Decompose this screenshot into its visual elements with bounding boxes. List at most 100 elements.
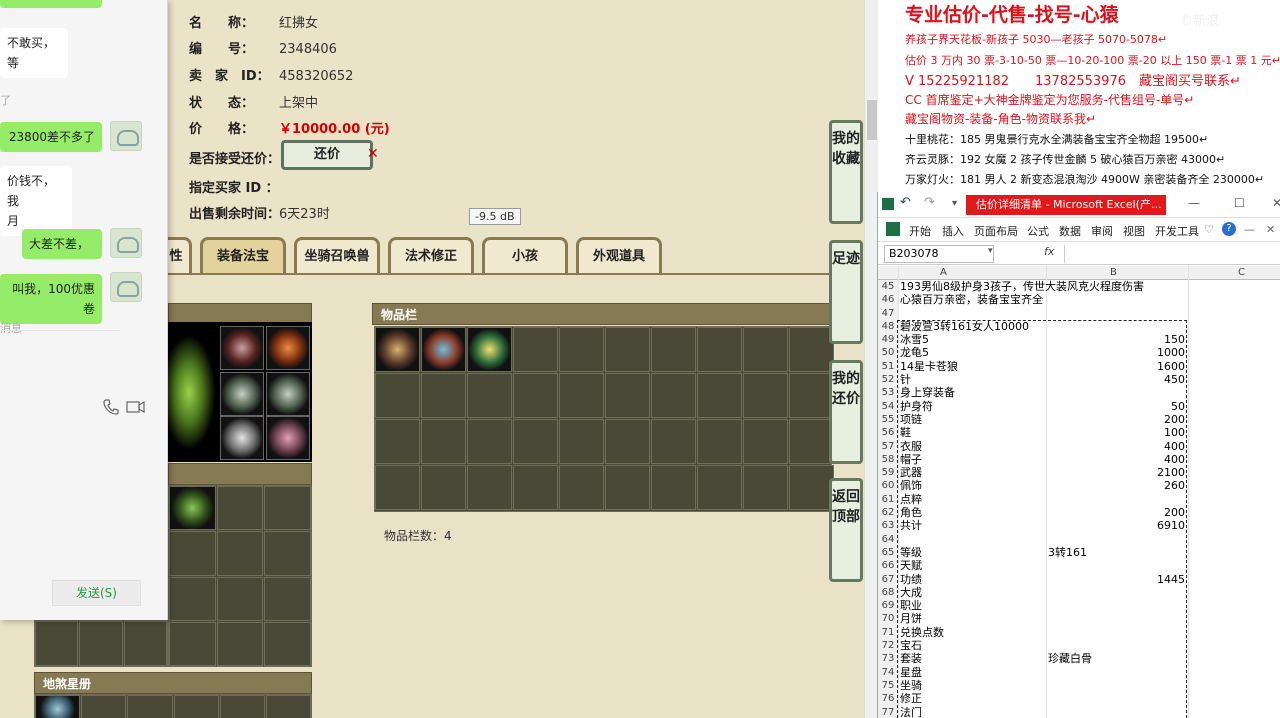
sheet-row[interactable]: 59 武器 2100 [878, 466, 1280, 480]
save-icon[interactable] [882, 198, 894, 210]
sheet-row[interactable]: 50 龙龟5 1000 [878, 346, 1280, 360]
row-number[interactable]: 70 [878, 612, 898, 626]
grid-cell[interactable] [605, 419, 650, 464]
cell-b[interactable]: 50 [1043, 400, 1185, 413]
grid-cell[interactable] [559, 373, 604, 418]
my-offers-button[interactable]: 我的还价 [829, 360, 863, 464]
grid-cell[interactable] [697, 465, 742, 510]
row-number[interactable]: 52 [878, 373, 898, 387]
row-number[interactable]: 57 [878, 439, 898, 453]
minimize-icon[interactable]: — [1188, 196, 1200, 210]
grid-cell[interactable] [467, 465, 512, 510]
row-number[interactable]: 74 [878, 665, 898, 679]
grid-cell[interactable] [375, 373, 420, 418]
sheet-row[interactable]: 74 星盘 [878, 665, 1280, 679]
grid-cell[interactable] [264, 486, 311, 531]
grid-cell[interactable] [264, 531, 311, 576]
sheet-row[interactable]: 76 修正 [878, 692, 1280, 706]
cell-a[interactable]: 等级 [900, 546, 922, 559]
grid-cell[interactable] [421, 465, 466, 510]
sheet-row[interactable]: 77 法门 [878, 705, 1280, 718]
cell-a[interactable]: 兑换点数 [900, 626, 944, 639]
ribbon-tab-review[interactable]: 审阅 [1091, 223, 1113, 239]
grid-cell[interactable] [219, 695, 265, 718]
sheet-row[interactable]: 58 帽子 400 [878, 452, 1280, 467]
sheet-row[interactable]: 47 [878, 306, 1280, 320]
grid-cell[interactable] [169, 531, 216, 576]
sheet-row[interactable]: 71 兑换点数 [878, 625, 1280, 640]
cell-a[interactable]: 针 [900, 373, 911, 386]
cell-a[interactable]: 星盘 [900, 666, 922, 679]
lantern-inventory-item-icon[interactable] [421, 327, 466, 372]
grid-cell[interactable] [216, 531, 264, 576]
cell-b[interactable]: 2100 [1043, 466, 1185, 479]
back-to-top-button[interactable]: 返回顶部 [829, 478, 863, 582]
sheet-row[interactable]: 63 共计 6910 [878, 519, 1280, 533]
grid-cell[interactable] [651, 465, 696, 510]
grid-cell[interactable] [743, 419, 788, 464]
cell-a[interactable]: 佩饰 [900, 479, 922, 492]
row-number[interactable]: 48 [878, 319, 898, 334]
cell-b[interactable]: 400 [1043, 453, 1185, 466]
send-button[interactable]: 发送(S) [52, 580, 141, 606]
bracelet-item-icon[interactable] [220, 416, 264, 460]
sheet-row[interactable]: 70 月饼 [878, 612, 1280, 626]
grid-cell[interactable] [789, 373, 834, 418]
sheet-row[interactable]: 73 套装 珍藏白骨 [878, 652, 1280, 666]
undo-icon[interactable]: ↶ [900, 195, 911, 210]
sheet-row[interactable]: 60 佩饰 260 [878, 479, 1280, 493]
ribbon-tab-data[interactable]: 数据 [1059, 223, 1081, 239]
cell-a[interactable]: 天赋 [900, 559, 922, 572]
page-scrollbar[interactable] [864, 0, 878, 718]
scrollbar-thumb[interactable] [867, 100, 877, 140]
sheet-row[interactable]: 64 [878, 532, 1280, 546]
tab-mounts[interactable]: 坐骑召唤兽 [294, 237, 380, 273]
grid-cell[interactable] [605, 327, 650, 372]
grid-cell[interactable] [216, 576, 264, 621]
chevron-down-icon[interactable]: ▾ [988, 246, 993, 256]
cell-a[interactable]: 帽子 [900, 453, 922, 466]
grid-cell[interactable] [264, 621, 311, 666]
ribbon-minimize-icon[interactable]: — [1244, 223, 1255, 236]
phone-icon[interactable] [102, 398, 120, 416]
grid-cell[interactable] [697, 419, 742, 464]
row-number[interactable]: 64 [878, 532, 898, 546]
grid-cell[interactable] [743, 465, 788, 510]
sheet-row[interactable]: 75 坐骑 [878, 678, 1280, 693]
row-number[interactable]: 56 [878, 426, 898, 440]
cell-a[interactable]: 碧波萱3转161女人10000 [900, 320, 1029, 333]
row-number[interactable]: 53 [878, 386, 898, 400]
cell-a[interactable]: 套装 [900, 652, 922, 665]
grid-cell[interactable] [697, 327, 742, 372]
grid-cell[interactable] [421, 373, 466, 418]
name-box[interactable]: B203078 [884, 245, 994, 263]
cell-b[interactable]: 150 [1043, 333, 1185, 346]
row-number[interactable]: 61 [878, 492, 898, 507]
armor-item-icon[interactable] [220, 372, 264, 416]
grid-cell[interactable] [789, 327, 834, 372]
grid-cell[interactable] [169, 576, 216, 621]
grid-cell[interactable] [513, 373, 558, 418]
ribbon-tab-page-layout[interactable]: 页面布局 [974, 223, 1018, 239]
gem-item-icon[interactable] [169, 486, 216, 531]
cell-a[interactable]: 宝石 [900, 639, 922, 652]
row-number[interactable]: 69 [878, 599, 898, 613]
grid-cell[interactable] [375, 419, 420, 464]
chevron-down-icon[interactable]: ▾ [952, 198, 957, 209]
grid-cell[interactable] [651, 419, 696, 464]
sheet-row[interactable]: 53 身上穿装备 [878, 386, 1280, 400]
cell-b[interactable]: 260 [1043, 479, 1185, 492]
sheet-row[interactable]: 66 天赋 [878, 559, 1280, 573]
cell-a[interactable]: 龙龟5 [900, 346, 929, 359]
row-number[interactable]: 49 [878, 333, 898, 347]
row-number[interactable]: 67 [878, 572, 898, 586]
sheet-row[interactable]: 54 护身符 50 [878, 399, 1280, 413]
cell-a[interactable]: 法门 [900, 706, 922, 718]
cell-a[interactable]: 鞋 [900, 426, 911, 439]
sheet-row[interactable]: 49 冰雪5 150 [878, 333, 1280, 347]
ribbon-tab-insert[interactable]: 插入 [942, 223, 964, 239]
row-number[interactable]: 59 [878, 466, 898, 480]
function-icon[interactable]: fx [1044, 245, 1054, 258]
sheet-row[interactable]: 67 功绩 1445 [878, 572, 1280, 586]
row-number[interactable]: 60 [878, 479, 898, 493]
